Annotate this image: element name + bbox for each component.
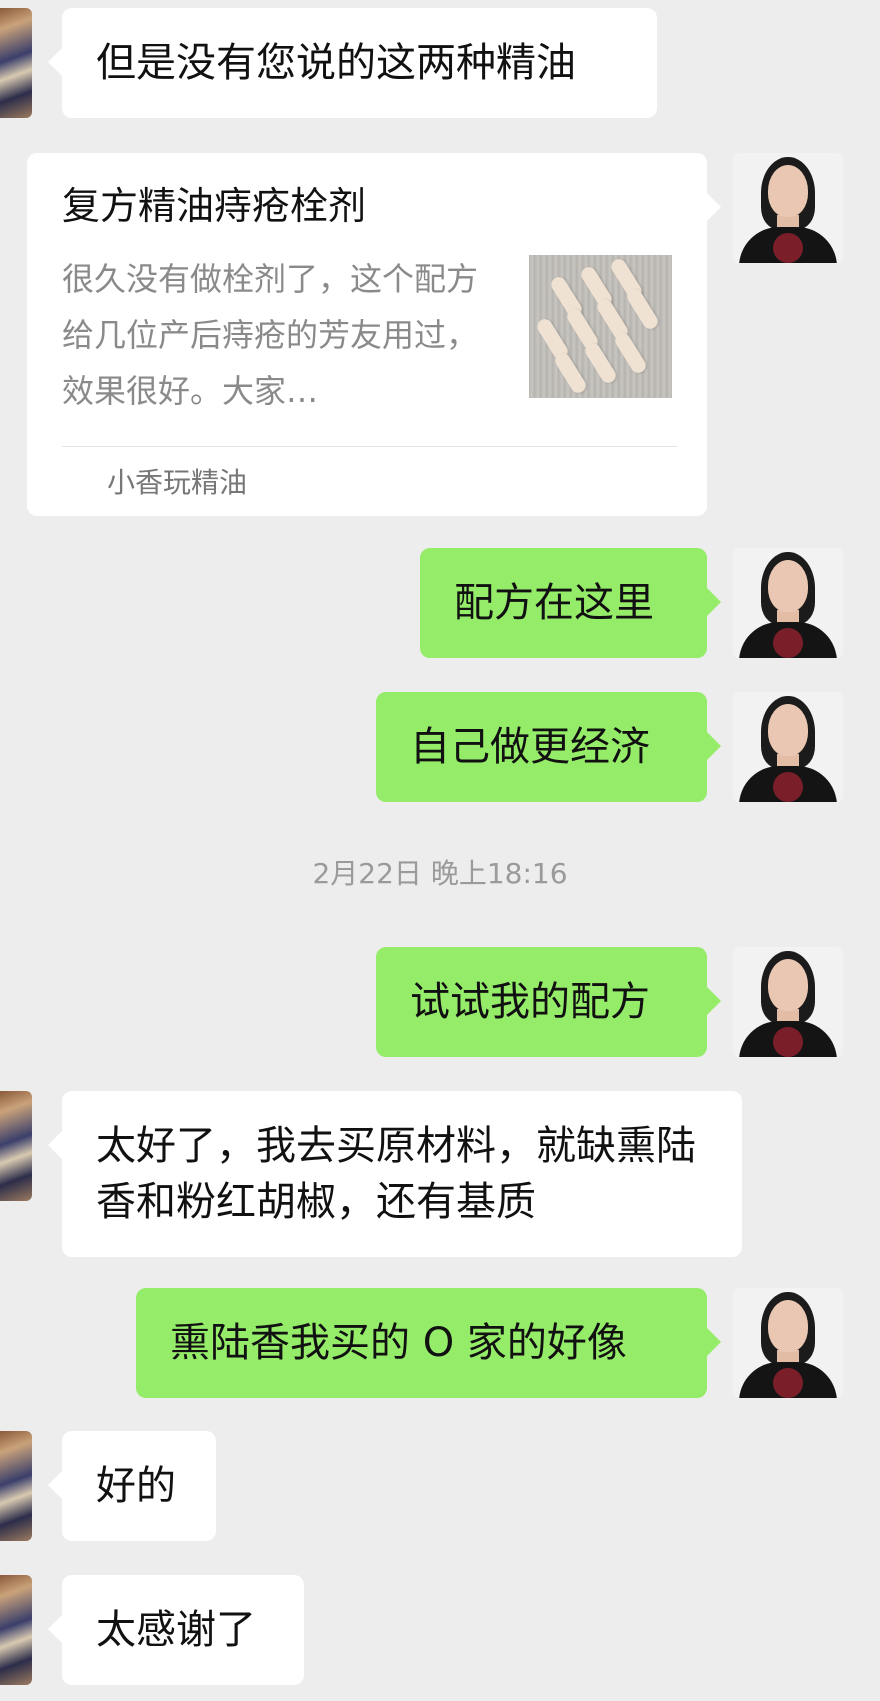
contact-avatar[interactable] xyxy=(0,1431,32,1541)
contact-avatar[interactable] xyxy=(0,1091,32,1201)
message-bubble-outgoing[interactable]: 熏陆香我买的 O 家的好像 xyxy=(136,1288,721,1398)
message-text: 试试我的配方 xyxy=(410,979,650,1025)
contact-avatar[interactable] xyxy=(0,8,32,118)
user-avatar[interactable] xyxy=(733,1288,843,1398)
card-divider xyxy=(62,446,677,447)
message-text: 但是没有您说的这两种精油 xyxy=(96,40,576,86)
message-bubble-incoming[interactable]: 好的 xyxy=(48,1431,216,1541)
user-avatar[interactable] xyxy=(733,692,843,802)
chat-timestamp: 2月22日 晚上18:16 xyxy=(312,857,568,890)
contact-avatar[interactable] xyxy=(0,1575,32,1685)
article-thumbnail xyxy=(529,255,672,398)
message-bubble-outgoing[interactable]: 试试我的配方 xyxy=(376,947,721,1057)
user-avatar[interactable] xyxy=(733,153,843,263)
message-bubble-incoming[interactable]: 但是没有您说的这两种精油 xyxy=(48,8,657,118)
message-text: 太感谢了 xyxy=(96,1607,256,1653)
article-title: 复方精油痔疮栓剂 xyxy=(62,184,367,228)
article-description: 很久没有做栓剂了，这个配方给几位产后痔疮的芳友用过，效果很好。大家… xyxy=(62,260,479,410)
message-text: 配方在这里 xyxy=(454,580,654,626)
message-text: 好的 xyxy=(96,1463,176,1509)
user-avatar[interactable] xyxy=(733,548,843,658)
article-source: 小香玩精油 xyxy=(107,466,248,499)
message-text: 自己做更经济 xyxy=(410,724,650,770)
article-link-card[interactable]: 复方精油痔疮栓剂 很久没有做栓剂了，这个配方给几位产后痔疮的芳友用过，效果很好。… xyxy=(27,153,721,516)
message-bubble-incoming[interactable]: 太好了，我去买原材料，就缺熏陆香和粉红胡椒，还有基质 xyxy=(48,1091,742,1257)
message-bubble-outgoing[interactable]: 自己做更经济 xyxy=(376,692,721,802)
message-bubble-outgoing[interactable]: 配方在这里 xyxy=(420,548,721,658)
user-avatar[interactable] xyxy=(733,947,843,1057)
message-text: 太好了，我去买原材料，就缺熏陆香和粉红胡椒，还有基质 xyxy=(96,1123,696,1225)
message-bubble-incoming[interactable]: 太感谢了 xyxy=(48,1575,304,1685)
message-text: 熏陆香我买的 O 家的好像 xyxy=(170,1320,627,1366)
